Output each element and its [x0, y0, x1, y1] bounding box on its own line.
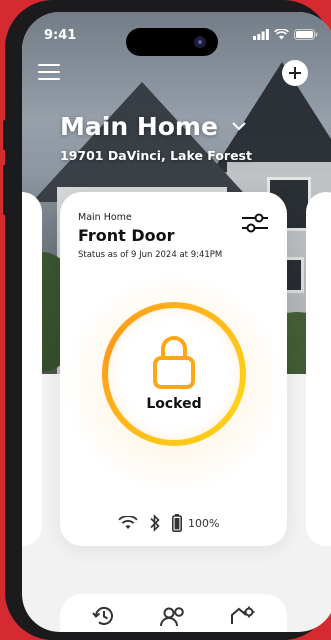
- home-selector[interactable]: Main Home: [60, 112, 246, 141]
- connectivity-status: 100%: [118, 514, 219, 532]
- history-icon[interactable]: [92, 606, 114, 626]
- users-icon[interactable]: [160, 606, 186, 626]
- battery-icon: [172, 514, 182, 532]
- lock-state: Locked: [146, 396, 202, 412]
- chevron-down-icon: [232, 122, 246, 131]
- bottom-action-bar: [60, 594, 287, 632]
- status-timestamp: Status as of 9 Jun 2024 at 9:41PM: [78, 250, 223, 260]
- padlock-icon: [153, 336, 195, 389]
- status-icons: [253, 29, 318, 40]
- wifi-status-icon: [274, 29, 289, 40]
- dynamic-island: [126, 28, 218, 56]
- camera-icon: [194, 36, 206, 48]
- battery-status-icon: [294, 29, 318, 40]
- gear-icon[interactable]: [230, 606, 256, 626]
- device-name: Front Door: [78, 226, 175, 245]
- menu-icon[interactable]: [38, 64, 60, 80]
- lock-card: Main Home Front Door Status as of 9 Jun …: [60, 192, 287, 546]
- lock-toggle-button[interactable]: Locked: [102, 302, 246, 446]
- bluetooth-icon: [150, 514, 160, 532]
- signal-icon: [253, 29, 269, 40]
- add-button[interactable]: [282, 60, 308, 86]
- battery-percent: 100%: [188, 516, 220, 530]
- home-address: 19701 DaVinci, Lake Forest: [60, 148, 252, 163]
- card-home-label: Main Home: [78, 212, 132, 223]
- phone-frame: 9:41 Main Home 19701 DaVinci, Lake Fores…: [5, 0, 331, 640]
- sliders-icon[interactable]: [241, 212, 269, 234]
- plus-icon: [289, 67, 301, 79]
- previous-device-card[interactable]: [22, 192, 42, 546]
- home-name: Main Home: [60, 112, 218, 141]
- wifi-icon: [118, 516, 138, 529]
- app-screen: 9:41 Main Home 19701 DaVinci, Lake Fores…: [22, 12, 331, 632]
- status-time: 9:41: [44, 28, 77, 43]
- lock-button-face: Locked: [108, 308, 240, 440]
- next-device-card[interactable]: [306, 192, 331, 546]
